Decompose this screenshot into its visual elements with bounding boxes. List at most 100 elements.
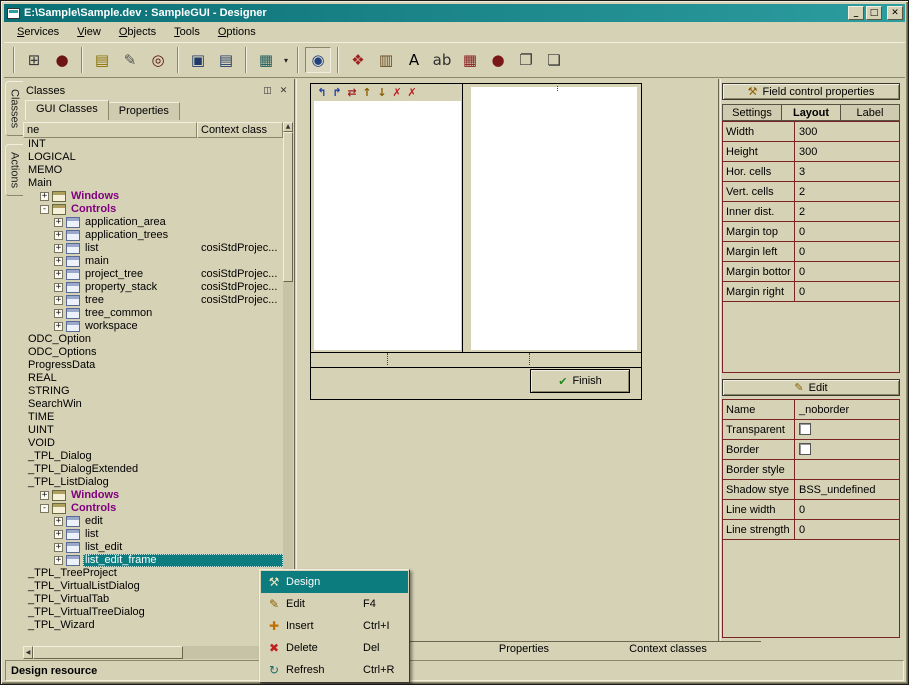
splitter-handle[interactable]: [557, 86, 558, 91]
tree-row[interactable]: +application_trees: [23, 229, 283, 242]
expand-plus-icon[interactable]: +: [54, 517, 63, 526]
context-menu-item-insert[interactable]: ✚InsertCtrl+I: [261, 615, 408, 637]
scroll-up-icon[interactable]: ▲: [283, 122, 293, 132]
table-icon[interactable]: ▦: [253, 47, 279, 73]
tree-row[interactable]: ODC_Option: [23, 333, 283, 346]
tree-row[interactable]: INT: [23, 138, 283, 151]
tab-gui-classes[interactable]: GUI Classes: [25, 100, 109, 120]
tree-row[interactable]: _TPL_VirtualTab: [23, 593, 283, 606]
expand-plus-icon[interactable]: +: [54, 283, 63, 292]
maximize-button[interactable]: □: [866, 6, 882, 20]
property-value[interactable]: BSS_undefined: [795, 480, 899, 499]
property-value[interactable]: 2: [795, 182, 899, 201]
tree-row[interactable]: _TPL_ListDialog: [23, 476, 283, 489]
tree-row[interactable]: ProgressData: [23, 359, 283, 372]
finish-button[interactable]: ✔ Finish: [530, 369, 630, 393]
dialog-icon[interactable]: ❏: [541, 47, 567, 73]
expand-plus-icon[interactable]: +: [54, 257, 63, 266]
horizontal-scroll-thumb[interactable]: [33, 646, 183, 659]
side-tab-actions[interactable]: Actions: [5, 144, 23, 196]
text-edit-icon[interactable]: ab: [429, 47, 455, 73]
move-up-icon[interactable]: ↑: [360, 86, 374, 100]
table-icon-dropdown[interactable]: ▾: [280, 47, 292, 73]
tree-row[interactable]: +Windows: [23, 489, 283, 502]
checkbox-unchecked[interactable]: [799, 443, 811, 455]
tree-row[interactable]: +main: [23, 255, 283, 268]
tree-row[interactable]: VOID: [23, 437, 283, 450]
property-value[interactable]: 300: [795, 142, 899, 161]
checkbox-unchecked[interactable]: [799, 423, 811, 435]
menu-item-view[interactable]: View: [68, 23, 110, 41]
tree-row[interactable]: REAL: [23, 372, 283, 385]
edit-source-icon[interactable]: ✎: [117, 47, 143, 73]
tree-row[interactable]: +list: [23, 528, 283, 541]
horizontal-scrollbar[interactable]: ◀ ▶: [23, 646, 283, 659]
insert-item-icon[interactable]: ↰: [315, 86, 329, 100]
column-name[interactable]: ne: [23, 122, 197, 138]
tab-settings[interactable]: Settings: [722, 104, 781, 121]
expand-plus-icon[interactable]: +: [54, 270, 63, 279]
tree-row[interactable]: +list_edit: [23, 541, 283, 554]
dock-icon[interactable]: ◫: [261, 85, 274, 97]
bottom-tab-context-classes[interactable]: Context classes: [589, 642, 747, 658]
grid-icon[interactable]: ▦: [457, 47, 483, 73]
property-value[interactable]: 0: [795, 282, 899, 301]
property-value[interactable]: 0: [795, 242, 899, 261]
tree-row[interactable]: +Windows: [23, 190, 283, 203]
property-value[interactable]: 2: [795, 202, 899, 221]
expand-plus-icon[interactable]: +: [40, 192, 49, 201]
property-value[interactable]: 0: [795, 500, 899, 519]
tree-row[interactable]: +property_stackcosiStdProjec...: [23, 281, 283, 294]
property-value[interactable]: [795, 460, 899, 479]
tree-row[interactable]: _TPL_DialogExtended: [23, 463, 283, 476]
expand-plus-icon[interactable]: +: [54, 218, 63, 227]
close-button[interactable]: ✕: [887, 6, 903, 20]
tree-row[interactable]: +tree_common: [23, 307, 283, 320]
menu-item-services[interactable]: Services: [8, 23, 68, 41]
property-value[interactable]: 0: [795, 520, 899, 539]
menu-item-options[interactable]: Options: [209, 23, 265, 41]
context-menu-item-delete[interactable]: ✖DeleteDel: [261, 637, 408, 659]
close-panel-icon[interactable]: ✕: [277, 85, 290, 97]
tree-row[interactable]: +treecosiStdProjec...: [23, 294, 283, 307]
export-icon[interactable]: ▣: [185, 47, 211, 73]
tree-row[interactable]: MEMO: [23, 164, 283, 177]
tree-row[interactable]: Main: [23, 177, 283, 190]
designer-edit-pane[interactable]: [471, 87, 637, 350]
swap-items-icon[interactable]: ⇄: [345, 86, 359, 100]
import-icon[interactable]: ▤: [213, 47, 239, 73]
expand-plus-icon[interactable]: +: [40, 491, 49, 500]
tree-row[interactable]: _TPL_Dialog: [23, 450, 283, 463]
bottom-tab-properties[interactable]: Properties: [445, 642, 603, 658]
collapse-minus-icon[interactable]: -: [40, 504, 49, 513]
tree-row[interactable]: ODC_Options: [23, 346, 283, 359]
tree-row[interactable]: +list_edit_frame: [23, 554, 283, 567]
expand-plus-icon[interactable]: +: [54, 322, 63, 331]
notebook-icon[interactable]: ▤: [89, 47, 115, 73]
ring-icon[interactable]: ◎: [145, 47, 171, 73]
menu-item-objects[interactable]: Objects: [110, 23, 165, 41]
tree-row[interactable]: TIME: [23, 411, 283, 424]
tree-row[interactable]: +edit: [23, 515, 283, 528]
tab-properties[interactable]: Properties: [108, 102, 180, 120]
tree-row[interactable]: _TPL_VirtualTreeDialog: [23, 606, 283, 619]
tree-row[interactable]: +application_area: [23, 216, 283, 229]
property-value[interactable]: 300: [795, 122, 899, 141]
side-tab-classes[interactable]: Classes: [5, 81, 23, 136]
expand-plus-icon[interactable]: +: [54, 530, 63, 539]
edit-header[interactable]: ✎ Edit: [722, 379, 900, 396]
property-value[interactable]: 0: [795, 262, 899, 281]
expand-plus-icon[interactable]: +: [54, 543, 63, 552]
context-menu-item-refresh[interactable]: ↻RefreshCtrl+R: [261, 659, 408, 681]
move-down-icon[interactable]: ↓: [375, 86, 389, 100]
splitter-handle[interactable]: [529, 353, 530, 365]
expand-plus-icon[interactable]: +: [54, 231, 63, 240]
expand-plus-icon[interactable]: +: [54, 296, 63, 305]
property-value[interactable]: [795, 420, 899, 439]
tree-row[interactable]: -Controls: [23, 502, 283, 515]
panel-splitter-right[interactable]: [718, 79, 721, 657]
copy-icon[interactable]: ❐: [513, 47, 539, 73]
minimize-button[interactable]: _: [848, 6, 864, 20]
tree-row[interactable]: +workspace: [23, 320, 283, 333]
collapse-minus-icon[interactable]: -: [40, 205, 49, 214]
